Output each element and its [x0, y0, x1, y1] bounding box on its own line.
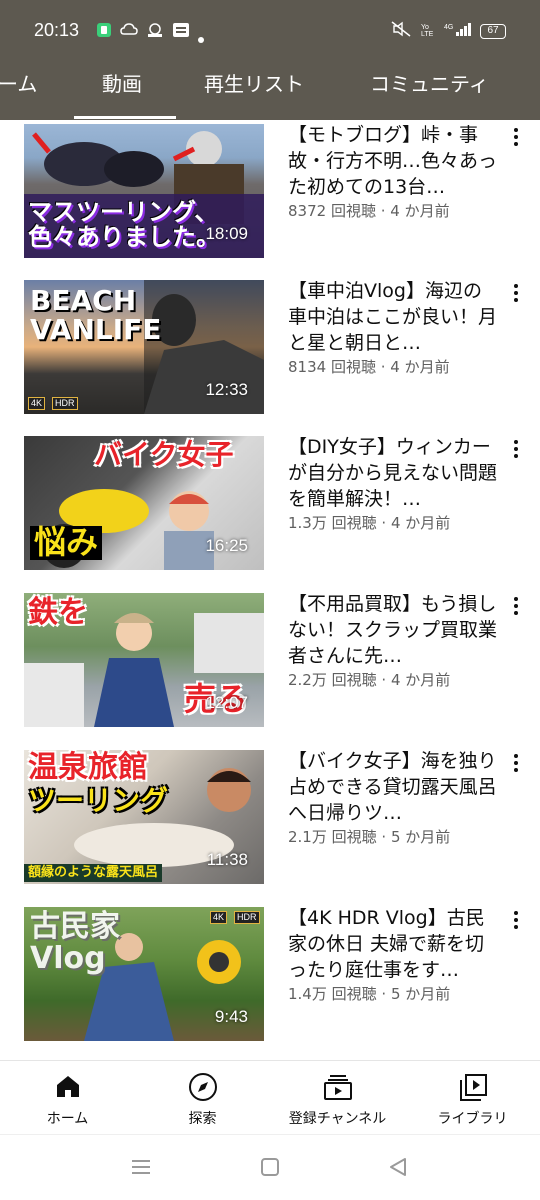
tab-community[interactable]: コミュニティ: [370, 48, 489, 120]
thumbnail-caption: 悩み: [30, 525, 103, 560]
video-list: マスツーリング、色々ありました。 18:09 【モトブログ】峠・事故・行方不明……: [0, 120, 540, 1060]
badge-4k: 4K: [210, 911, 228, 924]
signal-icon: 4G: [444, 21, 472, 41]
bottom-navigation: ホーム 探索 登録チャンネル ライブラリ: [0, 1060, 540, 1134]
video-duration: 16:25: [205, 536, 248, 555]
battery-icon: 67: [480, 23, 506, 39]
svg-text:Yo: Yo: [421, 24, 429, 31]
video-meta: 8134 回視聴 · 4 か月前: [288, 358, 450, 376]
video-duration: 9:43: [214, 1007, 248, 1026]
badge-4k: 4K: [28, 397, 46, 410]
cloud-icon: [120, 22, 138, 42]
video-title[interactable]: 【4K HDR Vlog】古民家の休日 夫婦で薪を切ったり庭仕事をす…: [288, 905, 498, 983]
video-title[interactable]: 【車中泊Vlog】海辺の車中泊はここが良い！月と星と朝日と…: [288, 278, 498, 356]
svg-text:4G: 4G: [444, 24, 453, 31]
home-button-icon[interactable]: [260, 1157, 280, 1181]
nav-library-label: ライブラリ: [437, 1111, 508, 1127]
video-meta: 2.2万 回視聴 · 4 か月前: [288, 671, 451, 689]
nav-subscriptions[interactable]: 登録チャンネル: [270, 1061, 405, 1135]
status-bar: 20:13 Yo LTE 4G 67: [0, 0, 540, 48]
video-thumbnail[interactable]: バイク女子 悩み 16:25: [24, 436, 264, 570]
video-duration: 11:38: [206, 850, 248, 869]
video-thumbnail[interactable]: BEACH VANLIFE 4K HDR 12:33: [24, 280, 264, 414]
active-tab-indicator: [74, 116, 176, 119]
more-options-icon[interactable]: [506, 911, 526, 935]
status-time: 20:13: [34, 20, 80, 40]
tab-home[interactable]: ーム: [0, 48, 37, 120]
back-icon[interactable]: [388, 1157, 408, 1181]
video-title[interactable]: 【DIY女子】ウィンカーが自分から見えない問題を簡単解決！…: [288, 434, 498, 512]
more-options-icon[interactable]: [506, 440, 526, 464]
thumbnail-caption: BEACH VANLIFE: [30, 284, 162, 347]
subscriptions-icon: [323, 1072, 353, 1106]
badge-hdr: HDR: [52, 397, 78, 410]
status-right-icons: Yo LTE 4G 67: [390, 21, 506, 41]
video-list-item[interactable]: 温泉旅館 ツーリング 額縁のような露天風呂 11:38 【バイク女子】海を独り占…: [0, 750, 540, 884]
thumbnail-caption: 額縁のような露天風呂: [24, 864, 163, 882]
video-title[interactable]: 【不用品買取】もう損しない！スクラップ買取業者さんに先…: [288, 591, 498, 669]
video-meta: 1.4万 回視聴 · 5 か月前: [288, 985, 451, 1003]
library-icon: [458, 1072, 488, 1106]
video-list-item[interactable]: バイク女子 悩み 16:25 【DIY女子】ウィンカーが自分から見えない問題を簡…: [0, 436, 540, 570]
video-meta: 1.3万 回視聴 · 4 か月前: [288, 514, 451, 532]
nav-home-label: ホーム: [46, 1111, 89, 1127]
more-options-icon[interactable]: [506, 284, 526, 308]
notification-dot-icon: [198, 28, 204, 47]
video-meta: 8372 回視聴 · 4 か月前: [288, 202, 450, 220]
video-title[interactable]: 【モトブログ】峠・事故・行方不明…色々あった初めての13台…: [288, 122, 498, 200]
video-list-item[interactable]: 鉄を 売る 12:07 【不用品買取】もう損しない！スクラップ買取業者さんに先……: [0, 593, 540, 727]
video-list-item[interactable]: BEACH VANLIFE 4K HDR 12:33 【車中泊Vlog】海辺の車…: [0, 280, 540, 414]
nav-subscriptions-label: 登録チャンネル: [288, 1111, 387, 1127]
video-title[interactable]: 【バイク女子】海を独り占めできる貸切露天風呂へ日帰りツ…: [288, 748, 498, 826]
system-navigation-bar: [0, 1134, 540, 1200]
nav-library[interactable]: ライブラリ: [405, 1061, 540, 1135]
thumbnail-caption: 鉄を: [28, 595, 88, 630]
more-options-icon[interactable]: [506, 128, 526, 152]
thumbnail-caption: ツーリング: [28, 784, 169, 817]
video-list-item[interactable]: 古民家 Vlog 4K HDR 9:43 【4K HDR Vlog】古民家の休日…: [0, 907, 540, 1041]
nav-explore[interactable]: 探索: [135, 1061, 270, 1135]
app-icon: [146, 22, 164, 42]
video-duration: 12:33: [205, 380, 248, 399]
svg-text:LTE: LTE: [421, 31, 434, 37]
home-icon: [54, 1072, 82, 1104]
nav-home[interactable]: ホーム: [0, 1061, 135, 1135]
video-thumbnail[interactable]: 温泉旅館 ツーリング 額縁のような露天風呂 11:38: [24, 750, 264, 884]
tab-playlists[interactable]: 再生リスト: [204, 48, 304, 120]
video-thumbnail[interactable]: マスツーリング、色々ありました。 18:09: [24, 124, 264, 258]
video-list-item[interactable]: マスツーリング、色々ありました。 18:09 【モトブログ】峠・事故・行方不明……: [0, 124, 540, 258]
video-duration: 18:09: [205, 224, 248, 243]
thumbnail-caption: バイク女子: [94, 438, 234, 471]
menu-icon[interactable]: [130, 1157, 152, 1181]
thumbnail-caption: 温泉旅館: [28, 750, 148, 785]
more-options-icon[interactable]: [506, 754, 526, 778]
video-thumbnail[interactable]: 古民家 Vlog 4K HDR 9:43: [24, 907, 264, 1041]
volte-icon: Yo LTE: [420, 21, 436, 41]
nav-explore-label: 探索: [188, 1111, 217, 1127]
app-icon: [172, 22, 190, 42]
compass-icon: [188, 1072, 218, 1106]
channel-tab-bar: ーム 動画 再生リスト コミュニティ: [0, 48, 540, 120]
video-duration: 12:07: [205, 693, 248, 712]
thumbnail-caption: 古民家 Vlog: [30, 909, 120, 976]
video-thumbnail[interactable]: 鉄を 売る 12:07: [24, 593, 264, 727]
app-icon: [96, 22, 112, 42]
video-meta: 2.1万 回視聴 · 5 か月前: [288, 828, 451, 846]
badge-hdr: HDR: [234, 911, 260, 924]
mute-icon: [390, 21, 412, 41]
tab-videos[interactable]: 動画: [102, 48, 142, 120]
more-options-icon[interactable]: [506, 597, 526, 621]
